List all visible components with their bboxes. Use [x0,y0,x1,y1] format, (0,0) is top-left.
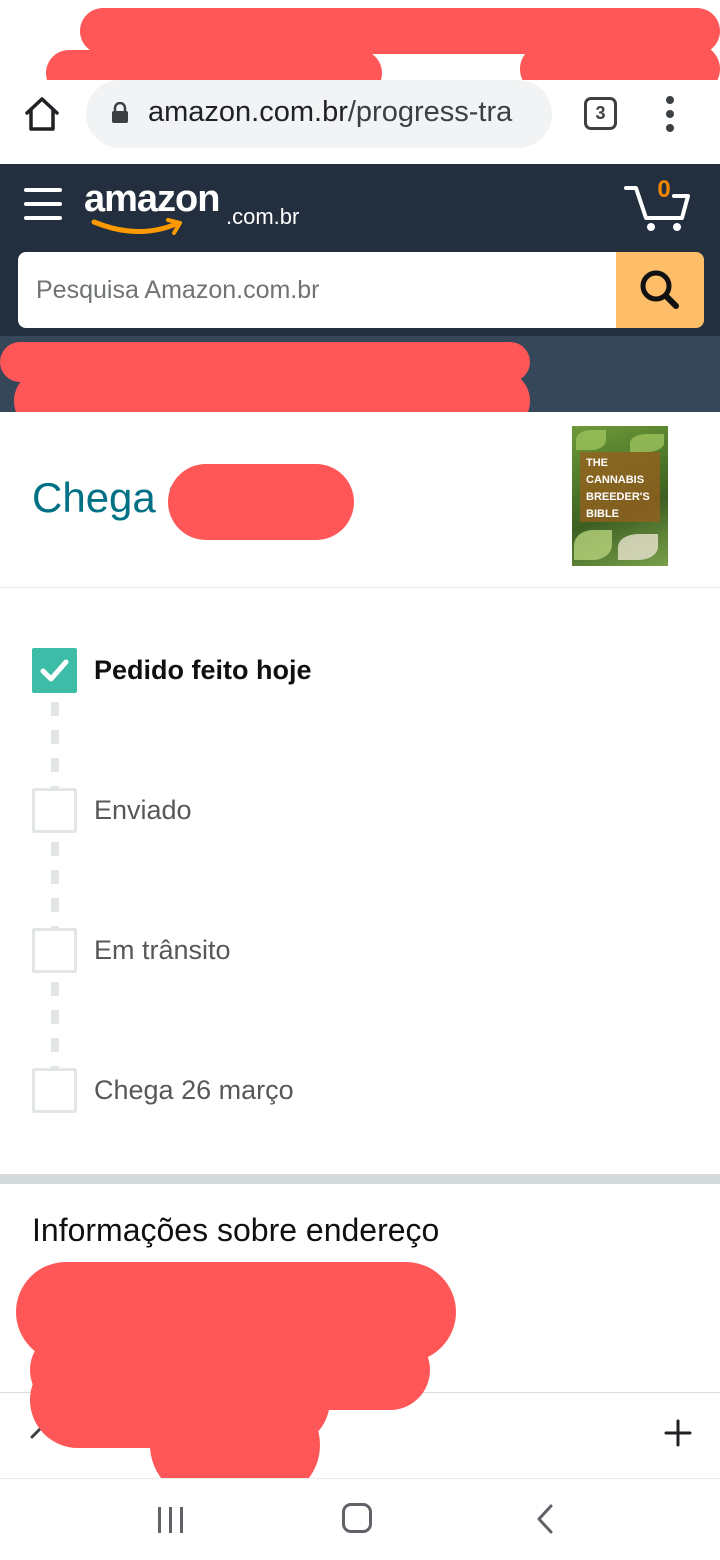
step-label: Pedido feito hoje [94,655,312,685]
tracking-step: Pedido feito hoje [32,648,632,694]
empty-checkbox-icon [32,788,77,833]
hamburger-menu-icon[interactable] [24,188,62,220]
smile-arrow-icon [91,218,182,235]
home-nav-icon[interactable] [342,1503,372,1533]
cover-title-line: THE [586,457,608,469]
cart-count-badge: 0 [657,176,671,203]
cover-title-line: BREEDER'S [586,491,650,503]
product-image[interactable]: THE CANNABIS BREEDER'S BIBLE [572,426,668,566]
url-domain: amazon.com.br [148,96,348,128]
search-icon [640,270,679,309]
tab-switcher-button[interactable]: 3 [584,97,617,130]
step-connector [51,702,59,790]
search-bar [18,252,704,328]
empty-checkbox-icon [32,928,77,973]
logo-domain: .com.br [226,204,300,229]
tracking-step: Chega 26 março [32,1068,632,1114]
url-path: /progress-tra [347,96,513,128]
plus-icon[interactable] [660,1415,696,1451]
browser-toolbar: amazon.com.br/progress-tra 3 [0,80,720,164]
cover-title-line: CANNABIS [586,474,645,486]
address-section-title: Informações sobre endereço [32,1212,440,1248]
url-text: amazon.com.br/progress-tra [148,96,548,129]
step-connector [51,982,59,1070]
address-bar[interactable]: amazon.com.br/progress-tra [86,80,552,148]
step-label: Enviado [94,795,192,825]
location-strip [0,336,720,432]
cover-title-line: BIBLE [586,508,619,520]
more-menu-icon[interactable] [660,96,680,132]
step-connector [51,842,59,930]
tracking-step: Em trânsito [32,928,632,974]
tracking-step: Enviado [32,788,632,834]
search-button[interactable] [616,252,704,328]
home-icon[interactable] [22,94,62,134]
system-nav-bar [0,1478,720,1560]
recents-icon[interactable] [156,1507,186,1533]
delivery-title: Chega 2 [32,474,191,521]
redaction-mark [168,464,354,540]
section-divider [0,1174,720,1184]
lock-icon [112,102,128,123]
step-label: Chega 26 março [94,1075,294,1105]
step-label: Em trânsito [94,935,231,965]
empty-checkbox-icon [32,1068,77,1113]
search-input[interactable] [18,252,618,328]
back-icon[interactable] [534,1503,556,1535]
delivery-summary: Chega 2 THE CANNABIS BREEDER'S BIBLE [0,412,720,588]
logo-wordmark: amazon [84,178,220,220]
status-bar [0,0,720,96]
check-icon [32,648,77,693]
site-header: amazon .com.br 0 [0,164,720,336]
cart-button[interactable]: 0 [624,176,690,232]
tracking-progress: Pedido feito hoje Enviado Em trânsito Ch… [0,588,720,1174]
